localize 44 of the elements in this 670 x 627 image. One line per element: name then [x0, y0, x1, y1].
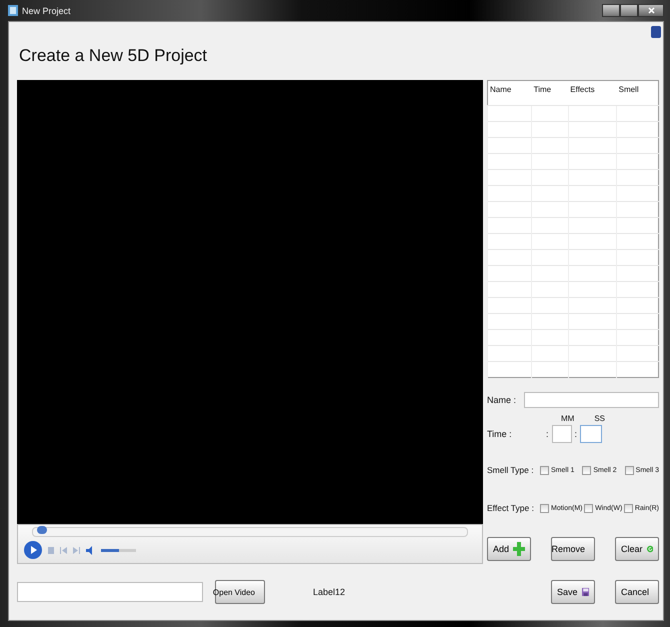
name-field[interactable]	[524, 392, 659, 408]
cancel-button[interactable]: Cancel	[615, 580, 659, 604]
stop-icon[interactable]	[48, 546, 54, 554]
time-label: Time :	[487, 429, 513, 439]
remove-button[interactable]: Remove	[551, 537, 595, 561]
close-icon	[648, 7, 654, 14]
window-title: New Project	[22, 6, 71, 16]
previous-icon[interactable]	[60, 546, 67, 554]
page-heading: Create a New 5D Project	[18, 45, 208, 67]
checkbox[interactable]	[624, 466, 634, 474]
help-icon[interactable]	[651, 26, 661, 38]
column-header: Effects	[568, 80, 617, 106]
checkbox[interactable]	[540, 504, 549, 512]
close-button[interactable]	[638, 4, 664, 17]
column-header: Time	[532, 80, 568, 106]
column-header: Smell	[616, 80, 658, 106]
minutes-label: MM	[561, 414, 574, 423]
save-button[interactable]: Save	[551, 580, 595, 604]
minimize-button[interactable]	[602, 4, 620, 17]
minutes-field[interactable]	[552, 425, 572, 443]
status-label: Label12	[313, 587, 346, 597]
add-button[interactable]: Add	[487, 537, 531, 561]
play-icon[interactable]	[24, 541, 42, 559]
plus-icon	[513, 542, 525, 556]
open-video-button[interactable]: Open Video	[215, 580, 265, 604]
effect-type-label: Effect Type :	[487, 503, 535, 513]
column-header: Name	[488, 80, 532, 106]
separator: :	[546, 429, 549, 439]
checkbox[interactable]	[624, 504, 633, 512]
maximize-button[interactable]	[620, 4, 638, 17]
file-path-field[interactable]	[17, 582, 203, 602]
app-icon	[8, 5, 18, 16]
speaker-icon[interactable]	[86, 546, 95, 554]
checkbox[interactable]	[582, 466, 592, 474]
separator: :	[574, 429, 578, 439]
seconds-label: SS	[594, 414, 605, 423]
name-label: Name :	[487, 395, 518, 405]
next-icon[interactable]	[73, 546, 80, 554]
clear-button[interactable]: Clear	[615, 537, 659, 561]
checkbox[interactable]	[584, 504, 594, 512]
checkbox[interactable]	[540, 466, 549, 474]
seconds-field[interactable]	[580, 425, 602, 443]
smell-type-label: Smell Type :	[487, 465, 535, 475]
volume-slider[interactable]	[101, 548, 136, 552]
